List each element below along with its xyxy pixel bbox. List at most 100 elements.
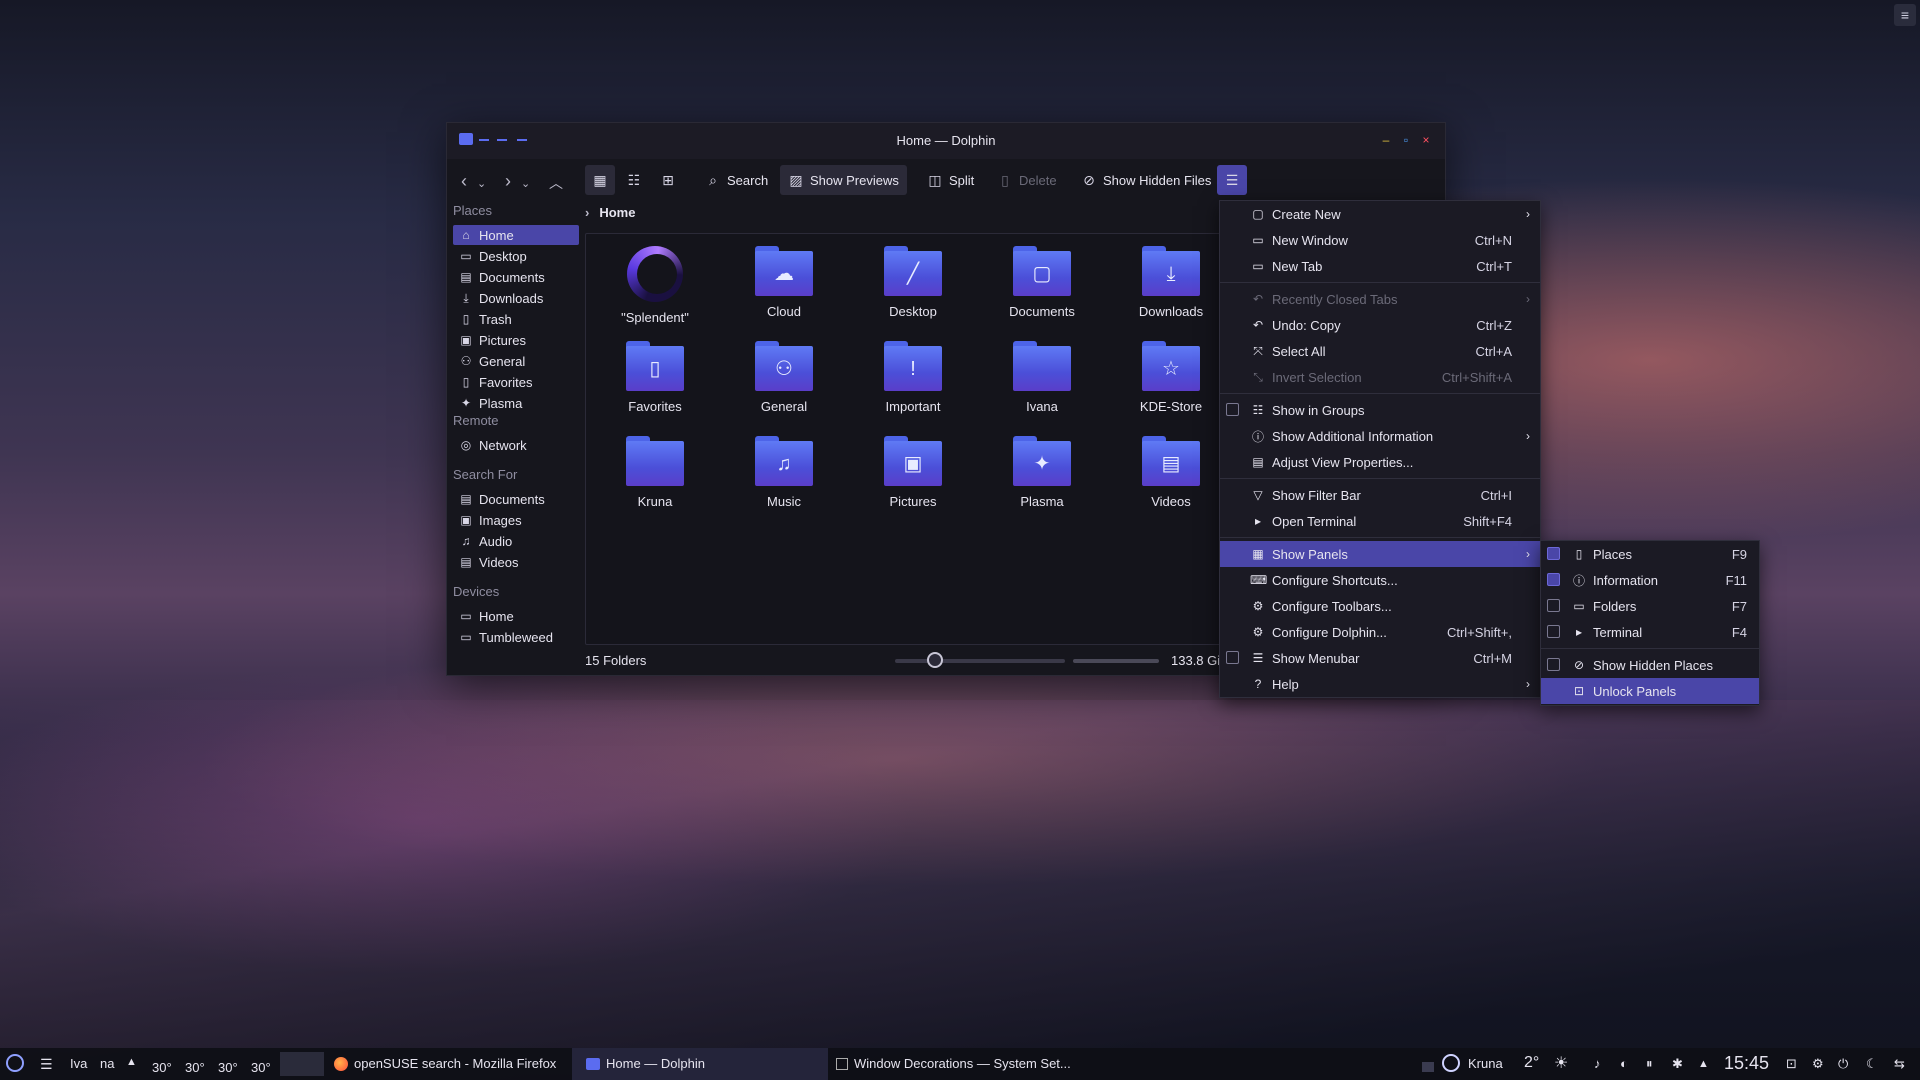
menu-item-show-panels[interactable]: ▦ Show Panels › (1220, 541, 1540, 567)
menu-item-show-menubar[interactable]: ☰ Show Menubar Ctrl+M (1220, 645, 1540, 671)
folder-item[interactable]: ☁ Cloud (729, 246, 839, 319)
folder-item[interactable]: ▤ Videos (1116, 436, 1226, 509)
menu-item-select-all[interactable]: ⤧ Select All Ctrl+A (1220, 338, 1540, 364)
search-button[interactable]: ⌕ Search (697, 165, 776, 195)
bluetooth-icon[interactable]: ✱ (1672, 1056, 1683, 1072)
menu-item-new-tab[interactable]: ▭ New Tab Ctrl+T (1220, 253, 1540, 279)
task-dolphin[interactable]: Home — Dolphin (586, 1056, 705, 1071)
folder-item[interactable]: ▣ Pictures (858, 436, 968, 509)
hamburger-menu-button[interactable]: ☰ (1217, 165, 1247, 195)
menu-item-open-terminal[interactable]: ▸ Open Terminal Shift+F4 (1220, 508, 1540, 534)
panels-item-show-hidden-places[interactable]: ⊘ Show Hidden Places (1541, 652, 1759, 678)
folder-item[interactable]: ♫ Music (729, 436, 839, 509)
checkbox[interactable] (1547, 625, 1560, 638)
panels-item-terminal[interactable]: ▸ Terminal F4 (1541, 619, 1759, 645)
details-view-button[interactable]: ⊞ (653, 165, 683, 195)
checkbox[interactable] (1547, 573, 1560, 586)
checkbox[interactable] (1226, 403, 1239, 416)
checkbox[interactable] (1547, 547, 1560, 560)
folder-item[interactable]: ⤓ Downloads (1116, 246, 1226, 319)
arrow-up-icon[interactable]: ▲ (126, 1056, 137, 1068)
panels-item-places[interactable]: ▯ Places F9 (1541, 541, 1759, 567)
forward-dropdown-icon[interactable]: ⌄ (521, 177, 530, 190)
night-mode-icon[interactable]: ☾ (1866, 1056, 1878, 1072)
menu-item-configure-dolphin[interactable]: ⚙ Configure Dolphin... Ctrl+Shift+, (1220, 619, 1540, 645)
maximize-button[interactable]: ▫ (1399, 133, 1413, 147)
sidebar-item-documents[interactable]: ▤ Documents (453, 489, 579, 509)
breadcrumb-chevron-icon[interactable]: › (585, 205, 589, 220)
menu-item-adjust-view-properties[interactable]: ▤ Adjust View Properties... (1220, 449, 1540, 475)
up-icon[interactable]: ︿ (549, 173, 563, 193)
app-launcher-icon[interactable] (6, 1054, 24, 1072)
task-system-settings[interactable]: Window Decorations — System Set... (836, 1056, 1071, 1071)
menu-item-undo-copy[interactable]: ↶ Undo: Copy Ctrl+Z (1220, 312, 1540, 338)
sidebar-item-audio[interactable]: ♫ Audio (453, 531, 579, 551)
folder-item[interactable]: ! Important (858, 341, 968, 414)
panels-item-unlock-panels[interactable]: ⊡ Unlock Panels (1541, 678, 1759, 704)
weather-temp[interactable]: 2° (1524, 1054, 1539, 1072)
user-avatar-icon[interactable] (1442, 1054, 1460, 1072)
show-previews-button[interactable]: ▨ Show Previews (780, 165, 907, 195)
zoom-slider-handle[interactable] (927, 652, 943, 668)
menu-item-show-in-groups[interactable]: ☷ Show in Groups (1220, 397, 1540, 423)
breadcrumb-home[interactable]: Home (599, 205, 635, 220)
folder-item[interactable]: "Splendent" (600, 246, 710, 325)
sidebar-item-plasma[interactable]: ✦ Plasma (453, 393, 579, 413)
sidebar-item-general[interactable]: ⚇ General (453, 351, 579, 371)
network-tray-icon[interactable]: ⚙ (1812, 1056, 1824, 1072)
panels-item-information[interactable]: ⓘ Information F11 (1541, 567, 1759, 593)
notification-icon[interactable]: ♪ (1594, 1056, 1601, 1071)
show-desktop-icon[interactable]: ⇆ (1894, 1056, 1905, 1072)
brightness-icon[interactable]: ◐ (1620, 1056, 1628, 1071)
menu-item-new-window[interactable]: ▭ New Window Ctrl+N (1220, 227, 1540, 253)
menu-item-help[interactable]: ? Help › (1220, 671, 1540, 697)
sidebar-item-tumbleweed[interactable]: ▭ Tumbleweed (453, 627, 579, 647)
sun-icon[interactable]: ☀ (1554, 1053, 1568, 1073)
clock[interactable]: 15:45 (1724, 1053, 1769, 1074)
delete-button[interactable]: ▯ Delete (989, 165, 1065, 195)
pager-icon[interactable]: ☰ (40, 1056, 53, 1073)
compact-view-button[interactable]: ☷ (619, 165, 649, 195)
checkbox[interactable] (1547, 599, 1560, 612)
zoom-slider[interactable] (895, 659, 1065, 663)
minimize-button[interactable]: – (1379, 133, 1393, 147)
folder-item[interactable]: Kruna (600, 436, 710, 509)
sidebar-item-trash[interactable]: ▯ Trash (453, 309, 579, 329)
sidebar-item-network[interactable]: ◎ Network (453, 435, 579, 455)
menu-item-invert-selection[interactable]: ⤡ Invert Selection Ctrl+Shift+A (1220, 364, 1540, 390)
virtual-desktop-pager[interactable] (280, 1052, 324, 1076)
menu-item-configure-shortcuts[interactable]: ⌨ Configure Shortcuts... (1220, 567, 1540, 593)
task-firefox[interactable]: openSUSE search - Mozilla Firefox (334, 1056, 556, 1071)
tray-small-icon[interactable] (1422, 1062, 1434, 1072)
user-name[interactable]: Kruna (1468, 1056, 1503, 1071)
desktop-menu-icon[interactable]: ≡ (1894, 4, 1916, 26)
folder-item[interactable]: Ivana (987, 341, 1097, 414)
sidebar-item-downloads[interactable]: ⤓ Downloads (453, 288, 579, 308)
power-icon[interactable]: ⏻ (1838, 1056, 1848, 1072)
forward-icon[interactable]: › (505, 171, 511, 192)
folder-item[interactable]: ▢ Documents (987, 246, 1097, 319)
menu-item-recently-closed-tabs[interactable]: ↶ Recently Closed Tabs › (1220, 286, 1540, 312)
folder-item[interactable]: ⚇ General (729, 341, 839, 414)
media-pause-icon[interactable]: ⏸ (1646, 1056, 1653, 1072)
sidebar-item-desktop[interactable]: ▭ Desktop (453, 246, 579, 266)
sidebar-item-documents[interactable]: ▤ Documents (453, 267, 579, 287)
split-button[interactable]: ◫ Split (919, 165, 982, 195)
menu-item-show-filter-bar[interactable]: ▽ Show Filter Bar Ctrl+I (1220, 482, 1540, 508)
show-hidden-files-button[interactable]: ⊘ Show Hidden Files (1073, 165, 1219, 195)
sidebar-item-images[interactable]: ▣ Images (453, 510, 579, 530)
back-icon[interactable]: ‹ (461, 171, 467, 192)
folder-item[interactable]: ✦ Plasma (987, 436, 1097, 509)
folder-item[interactable]: ╱ Desktop (858, 246, 968, 319)
sidebar-item-pictures[interactable]: ▣ Pictures (453, 330, 579, 350)
tray-expand-icon[interactable]: ▲ (1698, 1058, 1709, 1070)
sidebar-item-favorites[interactable]: ▯ Favorites (453, 372, 579, 392)
sidebar-item-videos[interactable]: ▤ Videos (453, 552, 579, 572)
sidebar-item-home[interactable]: ▭ Home (453, 606, 579, 626)
menu-item-show-additional-information[interactable]: ⓘ Show Additional Information › (1220, 423, 1540, 449)
checkbox[interactable] (1226, 651, 1239, 664)
back-dropdown-icon[interactable]: ⌄ (477, 177, 486, 190)
menu-item-create-new[interactable]: ▢ Create New › (1220, 201, 1540, 227)
sidebar-item-home[interactable]: ⌂ Home (453, 225, 579, 245)
folder-item[interactable]: ▯ Favorites (600, 341, 710, 414)
